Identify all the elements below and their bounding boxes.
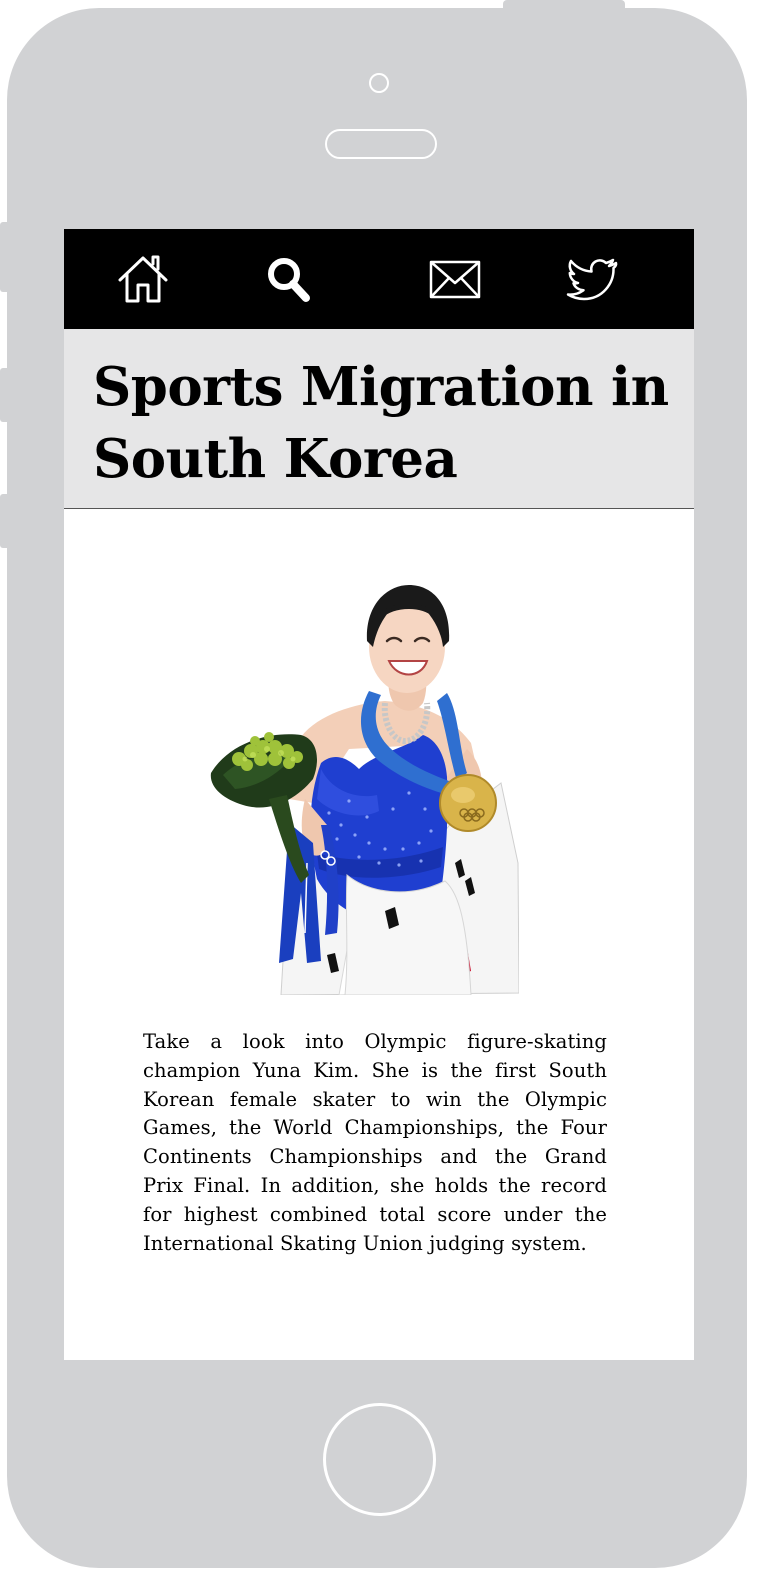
phone-screen: Sports Migration in South Korea Take a l… [64,229,694,1360]
home-icon[interactable] [116,253,170,307]
article-body: Take a look into Olympic figure-skating … [143,1030,607,1255]
front-camera [369,73,389,93]
twitter-icon[interactable] [566,253,620,307]
earpiece-speaker [325,129,437,159]
article-photo [209,563,519,995]
top-navigation-bar [64,229,694,329]
search-icon[interactable] [262,253,316,307]
page-title: Sports Migration in South Korea [93,356,669,490]
device-frame: Sports Migration in South Korea Take a l… [0,0,765,1580]
mail-icon[interactable] [428,253,482,307]
title-banner: Sports Migration in South Korea [64,329,694,509]
home-button[interactable] [323,1403,436,1516]
